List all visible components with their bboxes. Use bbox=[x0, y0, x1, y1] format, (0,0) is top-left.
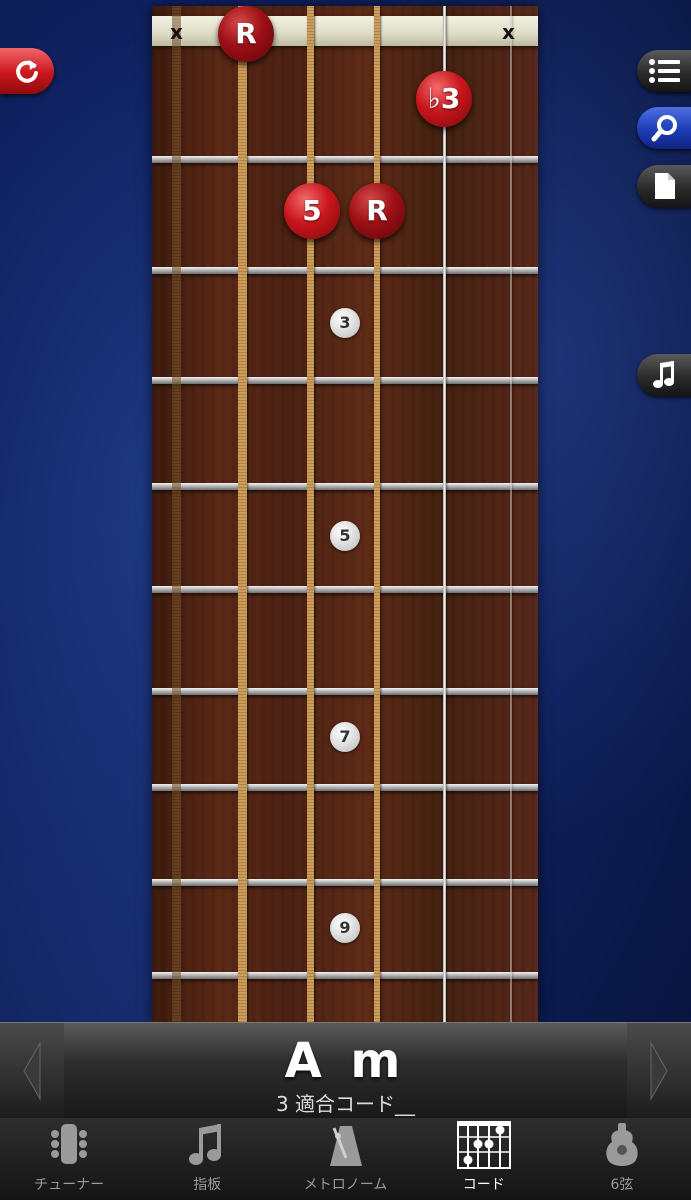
muted-string-1: x bbox=[502, 20, 515, 44]
fret-3 bbox=[152, 377, 538, 384]
tab-label: 6弦 bbox=[610, 1177, 634, 1193]
fret-7 bbox=[152, 784, 538, 791]
string-4[interactable] bbox=[307, 6, 314, 1022]
string-3[interactable] bbox=[374, 6, 380, 1022]
string-6[interactable] bbox=[172, 6, 181, 1022]
list-icon bbox=[649, 59, 680, 83]
document-button[interactable] bbox=[637, 165, 691, 207]
nut bbox=[152, 16, 538, 46]
fret-1 bbox=[152, 156, 538, 163]
chord-selector-bar: A m 3 適合コード__ bbox=[0, 1022, 691, 1119]
tab-6-string[interactable]: 6弦 bbox=[553, 1118, 691, 1200]
string-5[interactable] bbox=[238, 6, 247, 1022]
tab-bar: チューナー 指板 メトロノーム コード 6弦 bbox=[0, 1118, 691, 1200]
chord-note-root-open[interactable]: R bbox=[218, 6, 274, 62]
string-1[interactable] bbox=[510, 6, 512, 1022]
tuner-headstock-icon bbox=[51, 1124, 88, 1164]
tab-label: 指板 bbox=[193, 1177, 222, 1193]
search-button[interactable] bbox=[637, 107, 691, 149]
fret-2 bbox=[152, 267, 538, 274]
refresh-button[interactable] bbox=[0, 48, 54, 94]
metronome-icon bbox=[329, 1126, 362, 1166]
fret-5 bbox=[152, 586, 538, 593]
fret-4 bbox=[152, 483, 538, 490]
list-button[interactable] bbox=[637, 50, 691, 92]
chord-subtitle: 3 適合コード__ bbox=[275, 1092, 416, 1116]
chord-note-fifth[interactable]: 5 bbox=[284, 183, 340, 239]
fret-marker-5: 5 bbox=[330, 521, 360, 551]
fretboard[interactable]: x x 3 5 7 9 R ♭3 5 R bbox=[152, 6, 538, 1022]
tab-label: チューナー bbox=[34, 1177, 105, 1193]
tab-metronome[interactable]: メトロノーム bbox=[276, 1118, 414, 1200]
fret-9 bbox=[152, 972, 538, 979]
fret-6 bbox=[152, 688, 538, 695]
fret-marker-9: 9 bbox=[330, 913, 360, 943]
tab-label: メトロノーム bbox=[303, 1177, 388, 1193]
tab-label: コード bbox=[462, 1177, 505, 1193]
string-2[interactable] bbox=[443, 6, 446, 1022]
music-note-icon bbox=[653, 361, 674, 388]
guitar-body-icon bbox=[606, 1123, 638, 1166]
fret-marker-3: 3 bbox=[330, 308, 360, 338]
chord-diagram-icon bbox=[456, 1121, 511, 1169]
sound-button[interactable] bbox=[637, 354, 691, 396]
tab-tuner[interactable]: チューナー bbox=[0, 1118, 138, 1200]
muted-string-6: x bbox=[170, 20, 183, 44]
chord-note-root[interactable]: R bbox=[349, 183, 405, 239]
document-icon bbox=[655, 173, 675, 199]
fret-8 bbox=[152, 879, 538, 886]
fret-marker-7: 7 bbox=[330, 722, 360, 752]
chord-name: A m bbox=[284, 1033, 407, 1089]
search-icon bbox=[651, 115, 677, 142]
refresh-icon bbox=[16, 60, 38, 83]
music-note-icon bbox=[189, 1124, 222, 1165]
tab-fingerboard[interactable]: 指板 bbox=[138, 1118, 276, 1200]
tab-chord[interactable]: コード bbox=[415, 1118, 553, 1200]
chord-note-minor-third[interactable]: ♭3 bbox=[416, 71, 472, 127]
